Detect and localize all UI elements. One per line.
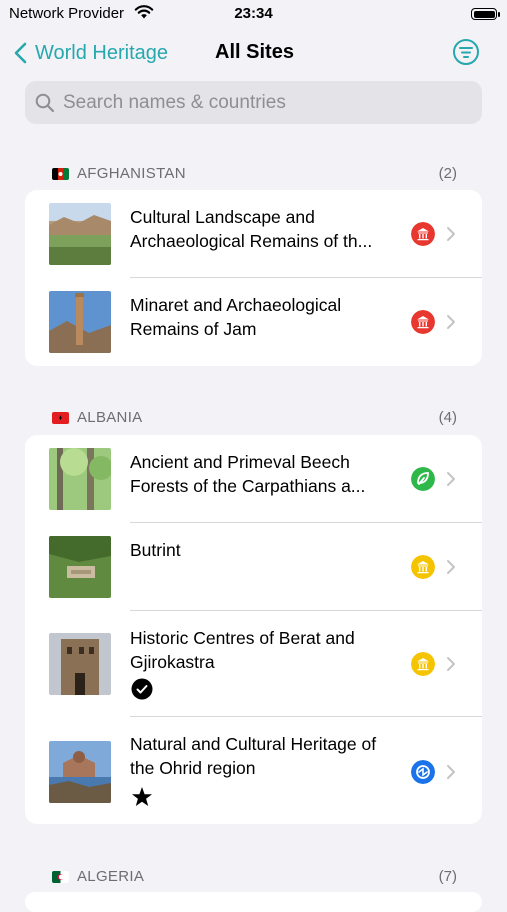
site-thumbnail: [49, 448, 111, 510]
site-row[interactable]: Historic Centres of Berat and Gjirokastr…: [25, 611, 482, 717]
cultural-red-icon: [411, 310, 435, 334]
site-name: Cultural Landscape and Archaeological Re…: [130, 207, 373, 251]
site-name: Historic Centres of Berat and Gjirokastr…: [130, 628, 355, 672]
section-country: AFGHANISTAN: [77, 165, 186, 182]
battery-icon: [471, 8, 497, 20]
search-icon: [35, 93, 55, 112]
site-list-afghanistan: Cultural Landscape and Archaeological Re…: [25, 190, 482, 366]
search-bar[interactable]: [25, 81, 482, 124]
chevron-right-icon: [447, 657, 455, 671]
site-thumbnail: [49, 741, 111, 803]
site-name: Natural and Cultural Heritage of the Ohr…: [130, 734, 377, 778]
chevron-right-icon: [447, 315, 455, 329]
chevron-right-icon: [447, 227, 455, 241]
section-header-afghanistan: AFGHANISTAN (2): [25, 161, 482, 185]
site-name: Butrint: [130, 540, 181, 560]
chevron-right-icon: [447, 560, 455, 574]
site-list-algeria: [25, 892, 482, 912]
site-row[interactable]: Ancient and Primeval Beech Forests of th…: [25, 435, 482, 523]
flag-albania-icon: [52, 412, 69, 424]
chevron-right-icon: [447, 765, 455, 779]
natural-green-icon: [411, 467, 435, 491]
flag-afghanistan-icon: [52, 168, 69, 180]
site-thumbnail: [49, 633, 111, 695]
cultural-yellow-icon: [411, 652, 435, 676]
chevron-right-icon: [447, 472, 455, 486]
site-thumbnail: [49, 291, 111, 353]
section-count: (7): [438, 868, 457, 885]
section-country: ALGERIA: [77, 868, 145, 885]
cultural-yellow-icon: [411, 555, 435, 579]
section-count: (4): [438, 409, 457, 426]
status-bar: Network Provider 23:34: [0, 0, 507, 30]
cultural-red-icon: [411, 222, 435, 246]
site-row[interactable]: Minaret and Archaeological Remains of Ja…: [25, 278, 482, 366]
clock: 23:34: [234, 5, 273, 22]
navigation-bar: World Heritage All Sites: [0, 30, 507, 76]
section-count: (2): [438, 165, 457, 182]
section-header-algeria: ALGERIA (7): [25, 864, 482, 888]
mixed-blue-icon: [411, 760, 435, 784]
site-name: Minaret and Archaeological Remains of Ja…: [130, 295, 342, 339]
page-title: All Sites: [215, 41, 294, 63]
site-thumbnail: [49, 203, 111, 265]
filter-icon[interactable]: [452, 38, 480, 66]
site-list-albania: Ancient and Primeval Beech Forests of th…: [25, 435, 482, 824]
battery-nub: [498, 12, 500, 17]
site-row[interactable]: Butrint: [25, 523, 482, 611]
search-input[interactable]: [63, 91, 463, 114]
visited-check-icon: [131, 678, 153, 700]
section-header-albania: ALBANIA (4): [25, 405, 482, 429]
star-icon: [132, 787, 152, 806]
site-thumbnail: [49, 536, 111, 598]
site-name: Ancient and Primeval Beech Forests of th…: [130, 452, 366, 496]
site-row[interactable]: Cultural Landscape and Archaeological Re…: [25, 190, 482, 278]
site-row[interactable]: Natural and Cultural Heritage of the Ohr…: [25, 717, 482, 824]
section-country: ALBANIA: [77, 409, 143, 426]
flag-algeria-icon: [52, 871, 69, 883]
